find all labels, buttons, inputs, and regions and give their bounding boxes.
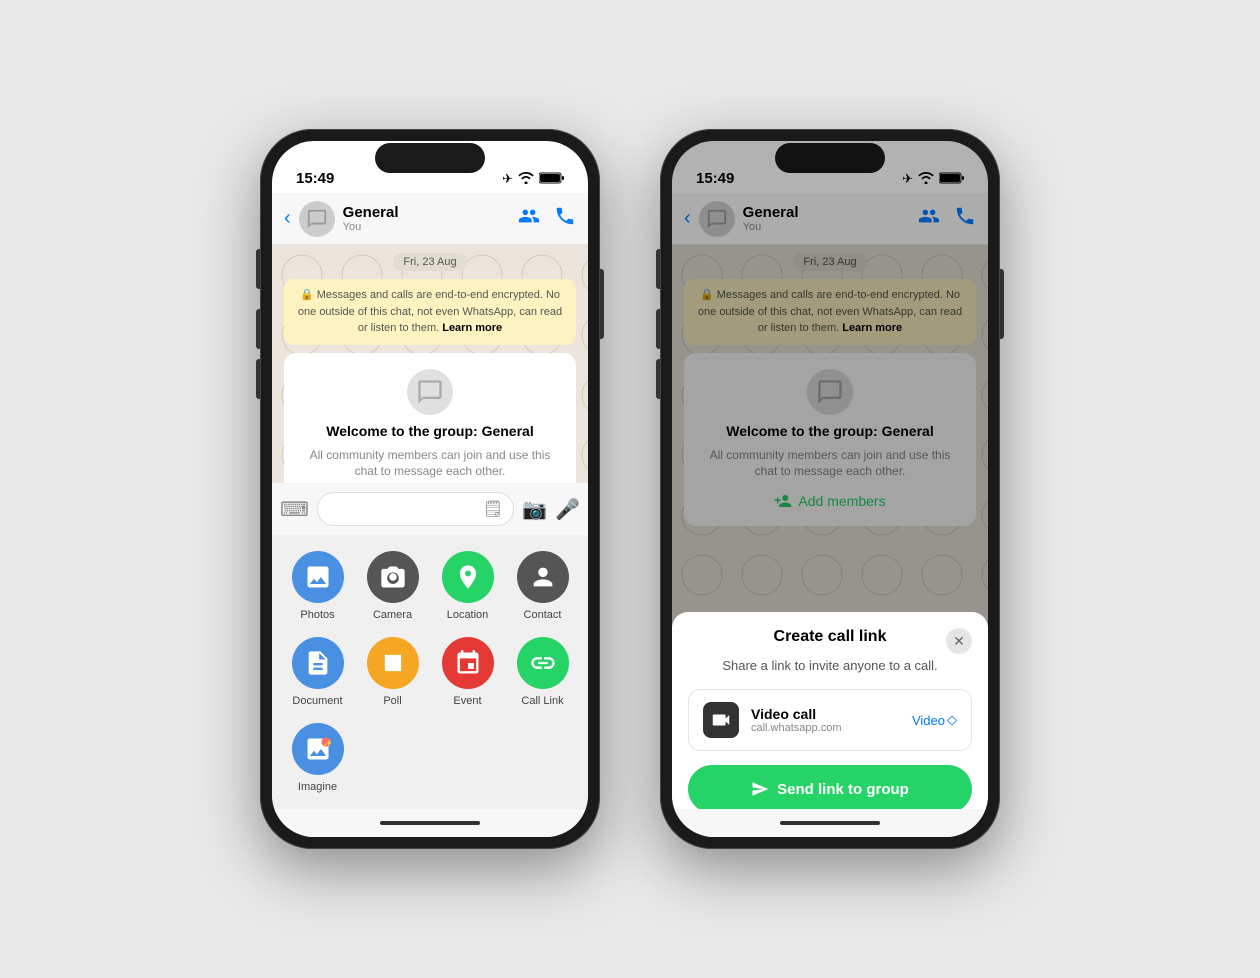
camera-label: Camera <box>373 609 412 621</box>
status-icons-left: ✈ <box>502 171 564 187</box>
welcome-title-left: Welcome to the group: General <box>326 423 533 439</box>
modal-close-button[interactable]: ✕ <box>946 628 972 654</box>
battery-icon <box>539 172 564 187</box>
attach-camera[interactable]: Camera <box>363 551 422 621</box>
svg-text:✨: ✨ <box>323 739 331 748</box>
dynamic-island <box>375 143 485 173</box>
modal-title: Create call link <box>774 628 887 646</box>
chat-name-area-left: General You <box>343 204 510 233</box>
avatar-left <box>299 201 335 237</box>
wifi-icon <box>518 172 534 187</box>
event-label: Event <box>453 695 481 707</box>
attach-document[interactable]: Document <box>288 637 347 707</box>
photos-icon <box>292 551 344 603</box>
document-icon <box>292 637 344 689</box>
calllink-label: Call Link <box>521 695 563 707</box>
imagine-icon: ✨ <box>292 723 344 775</box>
attach-calllink[interactable]: Call Link <box>513 637 572 707</box>
calllink-icon <box>517 637 569 689</box>
modal-header: Create call link ✕ <box>688 628 972 646</box>
modal-description: Share a link to invite anyone to a call. <box>688 658 972 673</box>
attach-menu: Photos Camera Location <box>272 535 588 809</box>
right-phone: 15:49 ✈ <box>660 129 1000 849</box>
attach-imagine[interactable]: ✨ Imagine <box>288 723 347 793</box>
attach-location[interactable]: Location <box>438 551 497 621</box>
attach-event[interactable]: Event <box>438 637 497 707</box>
back-button-left[interactable]: ‹ <box>284 207 291 230</box>
chat-name-left: General <box>343 204 510 221</box>
video-call-icon <box>703 702 739 738</box>
modal-overlay: Create call link ✕ Share a link to invit… <box>672 141 988 837</box>
chat-header-left: ‹ General You <box>272 193 588 245</box>
home-indicator-left <box>272 809 588 837</box>
poll-icon <box>367 637 419 689</box>
date-badge-left: Fri, 23 Aug <box>393 253 466 271</box>
call-option-url: call.whatsapp.com <box>751 722 900 734</box>
call-icon-left[interactable] <box>554 205 576 233</box>
attach-photos[interactable]: Photos <box>288 551 347 621</box>
call-option-video[interactable]: Video call call.whatsapp.com Video ◇ <box>688 689 972 751</box>
camera-icon <box>367 551 419 603</box>
attach-poll[interactable]: Poll <box>363 637 422 707</box>
sticker-icon: 🗒 <box>483 499 503 519</box>
call-type-selector[interactable]: Video ◇ <box>912 712 957 728</box>
location-icon <box>442 551 494 603</box>
call-option-name: Video call <box>751 706 900 722</box>
header-icons-left <box>518 205 576 233</box>
welcome-sub-left: All community members can join and use t… <box>300 447 560 481</box>
left-phone: 15:49 ✈ <box>260 129 600 849</box>
event-icon <box>442 637 494 689</box>
welcome-card-left: Welcome to the group: General All commun… <box>284 353 576 484</box>
home-bar-right <box>780 821 880 825</box>
encrypt-bubble-left: 🔒 Messages and calls are end-to-end encr… <box>284 279 576 345</box>
input-bar-left: ⌨ 🗒 📷 🎤 <box>272 483 588 535</box>
photos-label: Photos <box>300 609 334 621</box>
contact-icon <box>517 551 569 603</box>
document-label: Document <box>292 695 342 707</box>
send-link-label: Send link to group <box>777 781 909 798</box>
home-bar-left <box>380 821 480 825</box>
learn-more-left[interactable]: Learn more <box>442 322 502 334</box>
status-time-left: 15:49 <box>296 170 334 187</box>
welcome-icon-left <box>407 369 453 415</box>
modal-sheet: Create call link ✕ Share a link to invit… <box>672 612 988 837</box>
mic-icon[interactable]: 🎤 <box>555 497 580 522</box>
chat-area-left: Fri, 23 Aug 🔒 Messages and calls are end… <box>272 245 588 483</box>
home-indicator-right <box>672 809 988 837</box>
message-input-left[interactable]: 🗒 <box>317 492 514 526</box>
chat-sub-left: You <box>343 221 510 233</box>
keyboard-icon[interactable]: ⌨ <box>280 497 309 522</box>
group-icon-left[interactable] <box>518 205 540 233</box>
camera-input-icon[interactable]: 📷 <box>522 497 547 522</box>
location-label: Location <box>447 609 489 621</box>
airplane-icon: ✈ <box>502 171 513 187</box>
send-link-button[interactable]: Send link to group <box>688 765 972 813</box>
attach-contact[interactable]: Contact <box>513 551 572 621</box>
contact-label: Contact <box>524 609 562 621</box>
poll-label: Poll <box>383 695 401 707</box>
call-option-text: Video call call.whatsapp.com <box>751 706 900 734</box>
imagine-label: Imagine <box>298 781 337 793</box>
